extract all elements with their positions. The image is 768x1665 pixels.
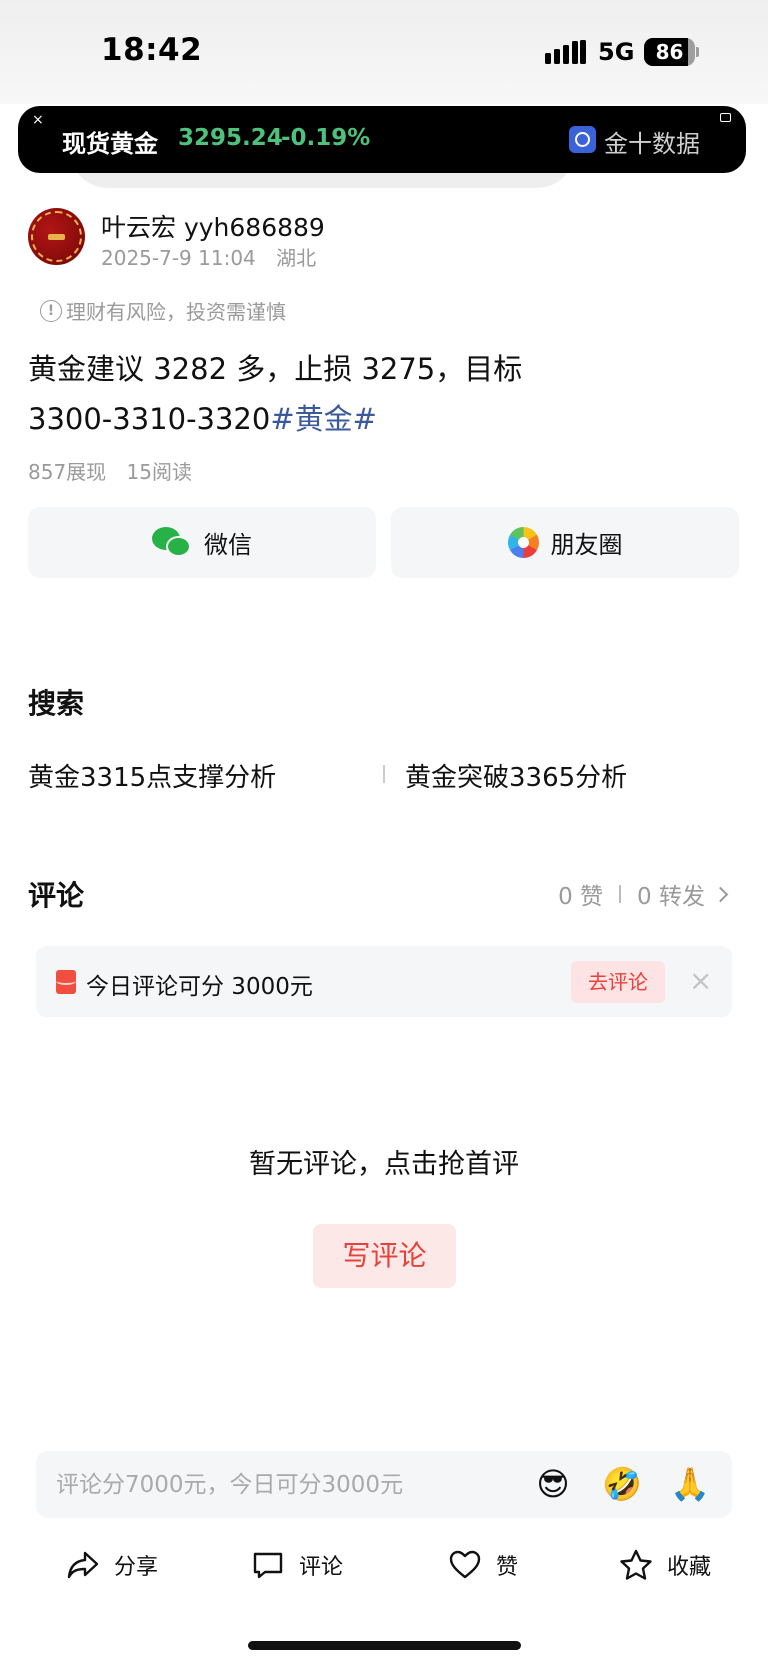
risk-notice-text: 理财有风险，投资需谨慎 xyxy=(66,300,286,324)
status-time: 18:42 xyxy=(101,32,203,68)
comment-icon xyxy=(253,1552,283,1579)
comment-input[interactable] xyxy=(56,1451,496,1518)
ticker-close-icon[interactable]: × xyxy=(32,112,44,128)
forwards-count: 0 转发 xyxy=(637,884,705,910)
comment-button[interactable]: 评论 xyxy=(251,1540,343,1590)
network-type: 5G xyxy=(598,38,635,66)
risk-notice: ! 理财有风险，投资需谨慎 xyxy=(40,296,286,325)
laughing-emoji-button[interactable]: 🤣 xyxy=(602,1464,642,1504)
battery-level: 86 xyxy=(655,40,684,64)
comment-label: 评论 xyxy=(299,1555,344,1580)
comment-input-bar[interactable]: 😎 🤣 🙏 xyxy=(36,1451,732,1518)
pip-icon[interactable] xyxy=(720,113,731,122)
share-wechat-button[interactable]: 微信 xyxy=(28,507,376,578)
close-icon[interactable]: × xyxy=(689,964,712,997)
share-button[interactable]: 分享 xyxy=(66,1540,158,1590)
search-section-title: 搜索 xyxy=(28,687,85,720)
like-button[interactable]: 赞 xyxy=(448,1540,518,1590)
ticker-change: -0.19% xyxy=(281,125,371,151)
comment-stats[interactable]: 0 赞 0 转发 xyxy=(558,877,729,911)
search-link-1[interactable]: 黄金3315点支撑分析 xyxy=(28,757,276,794)
reward-text: 今日评论可分 3000元 xyxy=(86,974,313,1000)
chevron-right-icon xyxy=(712,886,729,902)
post-body-line2: 3300-3310-3320#黄金# xyxy=(28,394,728,444)
post-stats: 857展现 15阅读 xyxy=(28,456,206,485)
favorite-label: 收藏 xyxy=(667,1555,712,1580)
share-moments-label: 朋友圈 xyxy=(550,531,623,559)
post-body: 黄金建议 3282 多，止损 3275，目标 3300-3310-3320#黄金… xyxy=(28,344,728,444)
share-wechat-label: 微信 xyxy=(204,531,252,559)
likes-count: 0 赞 xyxy=(558,884,604,910)
author-name[interactable]: 叶云宏 yyh686889 xyxy=(101,208,325,244)
moments-icon xyxy=(507,527,539,558)
share-label: 分享 xyxy=(114,1555,159,1580)
post-body-targets: 3300-3310-3320 xyxy=(28,402,271,436)
signal-icon xyxy=(545,40,586,64)
comments-section-title: 评论 xyxy=(28,879,85,912)
post-date: 2025-7-9 11:04 xyxy=(101,246,256,270)
wechat-icon xyxy=(152,526,192,559)
share-icon xyxy=(67,1551,99,1579)
info-icon: ! xyxy=(40,299,62,322)
avatar[interactable] xyxy=(28,208,85,265)
status-bar: 18:42 5G 86 xyxy=(0,0,768,104)
search-link-2[interactable]: 黄金突破3365分析 xyxy=(405,757,627,794)
comment-reward-banner: 今日评论可分 3000元 去评论 × xyxy=(36,946,732,1017)
ticker-price: 3295.24 xyxy=(178,125,283,151)
write-comment-button[interactable]: 写评论 xyxy=(313,1224,456,1288)
like-label: 赞 xyxy=(496,1555,519,1580)
post-meta: 2025-7-9 11:04 湖北 xyxy=(101,242,330,271)
post-body-line1: 黄金建议 3282 多，止损 3275，目标 xyxy=(28,352,523,386)
go-comment-button[interactable]: 去评论 xyxy=(571,961,665,1003)
share-moments-button[interactable]: 朋友圈 xyxy=(391,507,739,578)
reads-count: 15阅读 xyxy=(126,460,192,484)
jin10-logo-icon xyxy=(569,126,596,153)
pray-emoji-button[interactable]: 🙏 xyxy=(670,1464,710,1504)
star-icon xyxy=(620,1549,652,1580)
battery-icon: 86 xyxy=(644,38,699,66)
bottom-action-bar: 分享 评论 赞 收藏 xyxy=(0,1540,768,1590)
ticker-name: 现货黄金 xyxy=(62,130,158,158)
gold-ticker-banner[interactable]: × 现货黄金 3295.24 -0.19% 金十数据 xyxy=(18,106,746,173)
impressions-count: 857展现 xyxy=(28,460,107,484)
heart-icon xyxy=(449,1550,481,1579)
post-location: 湖北 xyxy=(276,246,317,270)
red-packet-icon xyxy=(56,970,76,994)
favorite-button[interactable]: 收藏 xyxy=(619,1540,711,1590)
ticker-source: 金十数据 xyxy=(604,130,700,158)
empty-comments-text: 暂无评论，点击抢首评 xyxy=(249,1149,519,1180)
home-indicator xyxy=(248,1641,521,1650)
cool-emoji-button[interactable]: 😎 xyxy=(533,1464,573,1504)
search-divider xyxy=(383,765,385,783)
hashtag-link[interactable]: #黄金# xyxy=(270,402,377,436)
